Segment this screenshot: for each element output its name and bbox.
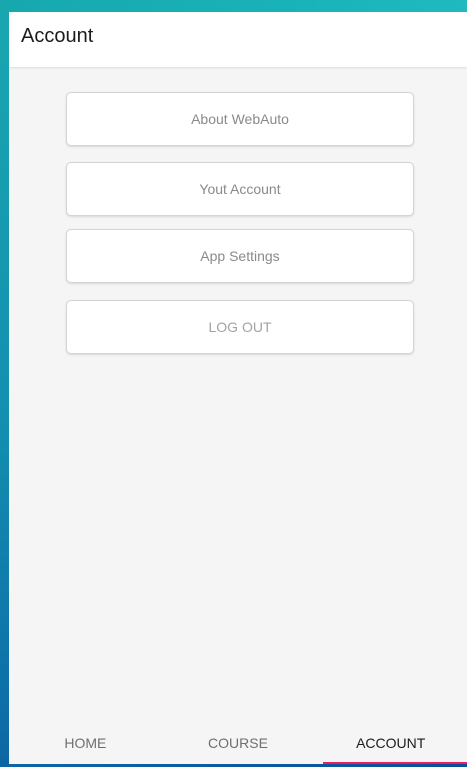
page-title: Account [21, 25, 94, 47]
active-tab-indicator [323, 762, 467, 764]
about-webauto-button[interactable]: About WebAuto [66, 92, 414, 146]
bottom-tab-bar: HOME COURSE ACCOUNT [9, 722, 467, 764]
app-screen: Account About WebAuto Yout Account App S… [9, 12, 467, 764]
tab-account-label: ACCOUNT [356, 735, 426, 751]
tab-home-label: HOME [64, 735, 107, 751]
tab-course[interactable]: COURSE [162, 722, 315, 764]
logout-button[interactable]: LOG OUT [66, 300, 414, 354]
app-settings-button[interactable]: App Settings [66, 229, 414, 283]
tab-account[interactable]: ACCOUNT [314, 722, 467, 764]
desktop-background [0, 0, 467, 12]
tab-course-label: COURSE [208, 735, 268, 751]
app-header: Account [9, 12, 467, 67]
tab-home[interactable]: HOME [9, 722, 162, 764]
your-account-button[interactable]: Yout Account [66, 162, 414, 216]
